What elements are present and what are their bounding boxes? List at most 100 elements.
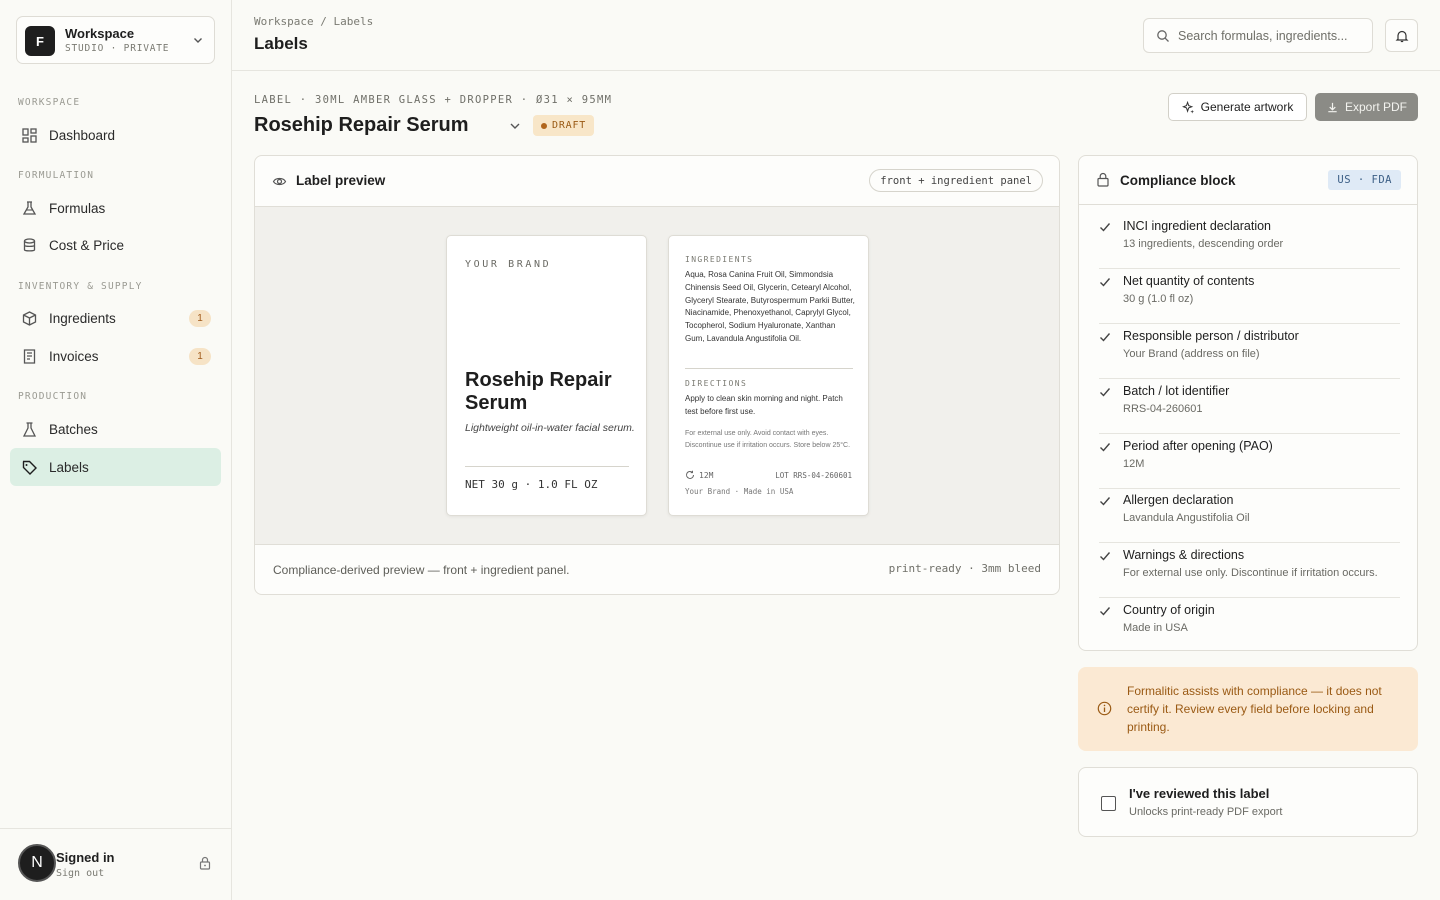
label-meta: LABEL · 30ML AMBER GLASS + DROPPER · Ø31…	[254, 94, 613, 106]
info-icon	[1097, 701, 1112, 716]
check-icon	[1100, 223, 1111, 232]
export-pdf-button[interactable]: Export PDF	[1315, 93, 1418, 121]
divider	[1099, 488, 1400, 489]
sidebar-item-label: Batches	[49, 421, 98, 437]
nav-section-workspace: WORKSPACE	[18, 97, 81, 108]
preview-caption: Compliance-derived preview — front + ing…	[273, 563, 570, 577]
lock-icon[interactable]	[198, 856, 212, 870]
compliance-item[interactable]: INCI ingredient declaration 13 ingredien…	[1099, 217, 1400, 272]
ingredient-panel: INGREDIENTS Aqua, Rosa Canina Fruit Oil,…	[668, 235, 869, 516]
check-icon	[1100, 388, 1111, 397]
product-name: Rosehip Repair Serum	[465, 369, 612, 414]
bell-icon	[1395, 30, 1408, 42]
warnings-text: For external use only. Avoid contact wit…	[685, 430, 851, 449]
signed-in-status: Signed in	[56, 850, 115, 865]
compliance-item-title: Country of origin	[1123, 603, 1215, 617]
compliance-item[interactable]: Net quantity of contents 30 g (1.0 fl oz…	[1099, 272, 1400, 327]
status-label: DRAFT	[552, 120, 587, 131]
review-confirmation[interactable]: I've reviewed this label Unlocks print-r…	[1078, 767, 1418, 837]
sign-out-link[interactable]: Sign out	[56, 868, 104, 879]
front-label-panel: YOUR BRAND Rosehip Repair Serum Lightwei…	[446, 235, 647, 516]
compliance-item-detail: For external use only. Discontinue if ir…	[1123, 567, 1378, 579]
compliance-item-detail: RRS-04-260601	[1123, 403, 1203, 415]
review-checkbox[interactable]	[1101, 796, 1116, 811]
sidebar-item-label: Labels	[49, 459, 89, 475]
page-title: Labels	[254, 34, 308, 53]
compliance-item-title: Net quantity of contents	[1123, 274, 1255, 288]
divider	[465, 466, 629, 467]
compliance-item[interactable]: Responsible person / distributor Your Br…	[1099, 327, 1400, 382]
compliance-item[interactable]: Allergen declaration Lavandula Angustifo…	[1099, 491, 1400, 546]
generate-artwork-button[interactable]: Generate artwork	[1168, 93, 1307, 121]
divider	[1099, 268, 1400, 269]
nav-section-production: PRODUCTION	[18, 391, 88, 402]
compliance-item-title: INCI ingredient declaration	[1123, 219, 1271, 233]
workspace-logo: F	[25, 26, 55, 56]
preview-title: Label preview	[296, 173, 386, 188]
workspace-subtitle: STUDIO · PRIVATE	[65, 43, 170, 54]
sidebar-item-formulas[interactable]: Formulas	[10, 189, 221, 227]
review-title: I've reviewed this label	[1129, 786, 1270, 801]
region-badge: US · FDA	[1328, 170, 1401, 190]
sidebar: F Workspace STUDIO · PRIVATE WORKSPACE D…	[0, 0, 232, 900]
lot-number: LOT RRS-04-260601	[775, 471, 852, 480]
chevron-down-icon	[194, 38, 202, 43]
sidebar-item-label: Cost & Price	[49, 237, 125, 253]
export-pdf-label: Export PDF	[1344, 100, 1407, 114]
tag-icon	[20, 458, 38, 476]
sidebar-item-ingredients[interactable]: Ingredients 1	[10, 299, 221, 337]
notifications-button[interactable]	[1385, 19, 1418, 52]
search-box[interactable]	[1143, 18, 1373, 53]
nav-section-formulation: FORMULATION	[18, 170, 95, 181]
sidebar-item-invoices[interactable]: Invoices 1	[10, 337, 221, 375]
compliance-item-title: Warnings & directions	[1123, 548, 1245, 562]
count-badge: 1	[189, 348, 211, 365]
divider	[1099, 378, 1400, 379]
sidebar-item-label: Invoices	[49, 348, 99, 364]
print-spec: print-ready · 3mm bleed	[888, 562, 1041, 575]
compliance-item-detail: Lavandula Angustifolia Oil	[1123, 512, 1250, 524]
compliance-item-detail: 13 ingredients, descending order	[1123, 238, 1284, 250]
sidebar-item-labels[interactable]: Labels	[10, 448, 221, 486]
compliance-item-title: Allergen declaration	[1123, 493, 1234, 507]
compliance-item[interactable]: Warnings & directions For external use o…	[1099, 546, 1400, 601]
box-icon	[20, 309, 38, 327]
ingredients-heading: INGREDIENTS	[685, 255, 754, 264]
check-icon	[1100, 333, 1111, 342]
ingredients-list: Aqua, Rosa Canina Fruit Oil, Simmondsia …	[685, 270, 855, 343]
pao-value: 12M	[699, 470, 714, 480]
notice-text: Formalitic assists with compliance — it …	[1127, 684, 1382, 734]
compliance-item-detail: 12M	[1123, 458, 1145, 470]
compliance-item-detail: Your Brand (address on file)	[1123, 348, 1260, 360]
compliance-header: Compliance block US · FDA	[1079, 156, 1417, 205]
eye-icon	[272, 177, 287, 186]
label-name: Rosehip Repair Serum	[254, 114, 469, 136]
flask-icon	[20, 199, 38, 217]
check-icon	[1100, 552, 1111, 561]
status-dot	[541, 122, 547, 129]
lock-icon	[1097, 172, 1109, 187]
sidebar-item-dashboard[interactable]: Dashboard	[10, 116, 221, 154]
count-badge: 1	[189, 310, 211, 327]
product-description: Lightweight oil-in-water facial serum.	[465, 422, 635, 434]
compliance-item[interactable]: Period after opening (PAO) 12M	[1099, 437, 1400, 492]
check-icon	[1100, 607, 1111, 616]
panel-pill[interactable]: front + ingredient panel	[869, 169, 1043, 192]
net-quantity: NET 30 g · 1.0 FL OZ	[465, 478, 598, 491]
chevron-down-icon[interactable]	[508, 119, 522, 133]
avatar[interactable]: N	[18, 844, 56, 882]
database-icon	[20, 236, 38, 254]
divider	[1099, 542, 1400, 543]
compliance-item-title: Batch / lot identifier	[1123, 384, 1230, 398]
compliance-item-title: Period after opening (PAO)	[1123, 439, 1273, 453]
search-icon	[1157, 30, 1169, 42]
sidebar-item-label: Formulas	[49, 200, 106, 216]
sidebar-item-cost-price[interactable]: Cost & Price	[10, 226, 221, 264]
sidebar-item-batches[interactable]: Batches	[10, 410, 221, 448]
compliance-item[interactable]: Batch / lot identifier RRS-04-260601	[1099, 382, 1400, 437]
search-input[interactable]	[1178, 26, 1366, 46]
compliance-item[interactable]: Country of origin Made in USA	[1099, 601, 1400, 656]
breadcrumb[interactable]: Workspace / Labels	[254, 15, 373, 28]
workspace-switcher[interactable]: F Workspace STUDIO · PRIVATE	[16, 16, 215, 64]
check-icon	[1100, 443, 1111, 452]
